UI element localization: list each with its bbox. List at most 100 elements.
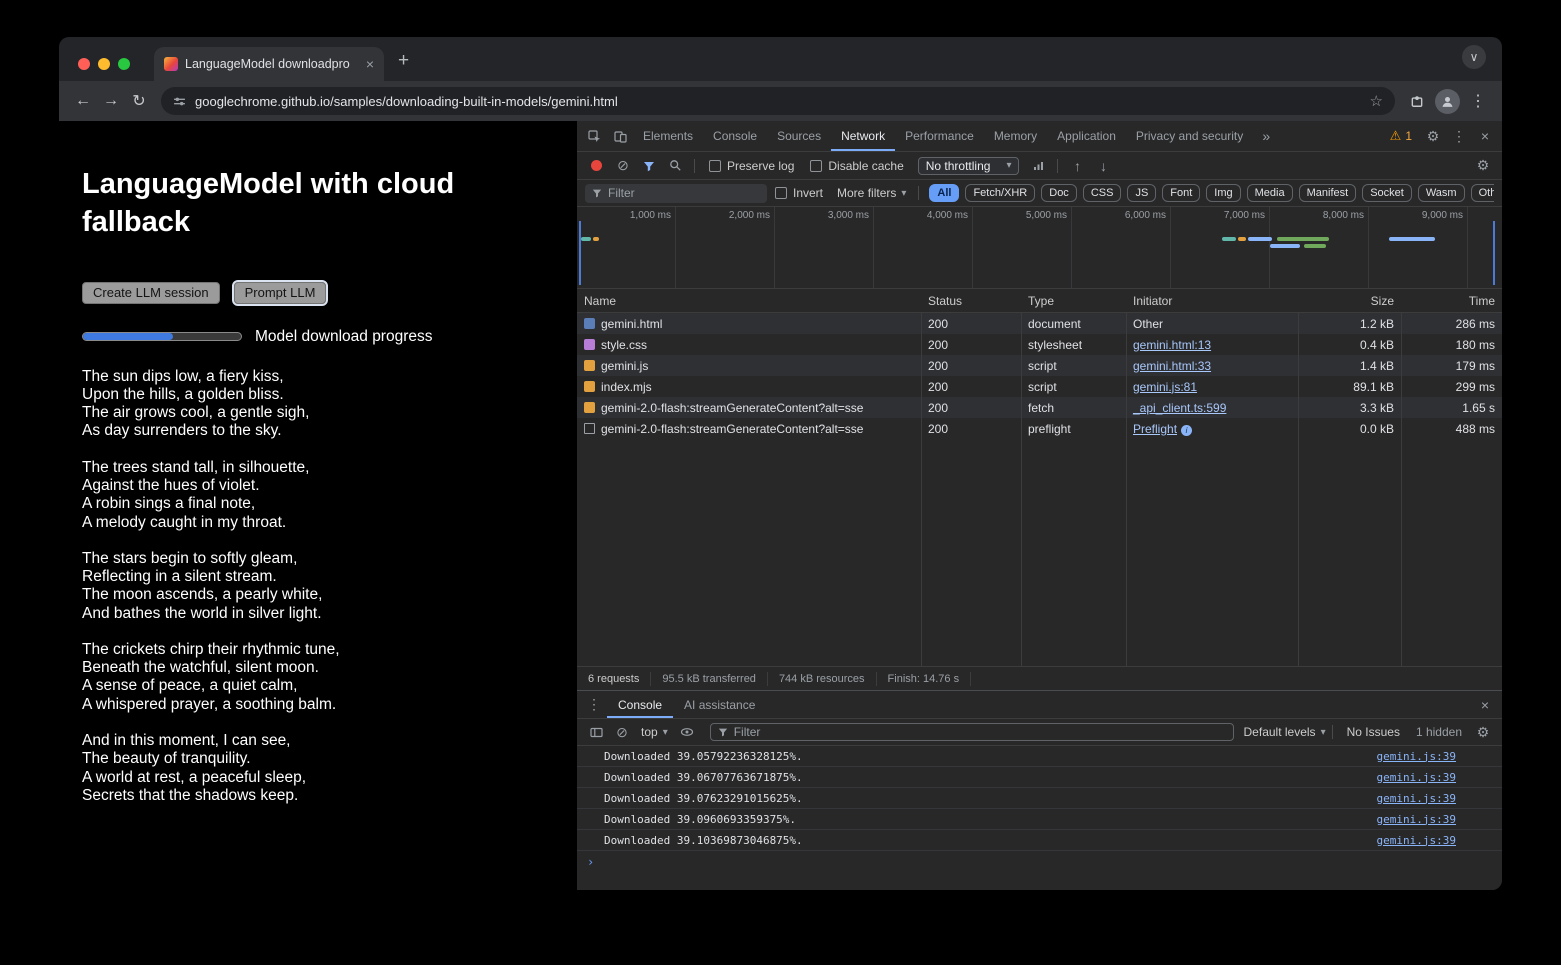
initiator-link[interactable]: Preflight xyxy=(1133,422,1177,436)
console-sidebar-icon[interactable] xyxy=(583,720,609,744)
devtools-menu-icon[interactable]: ⋮ xyxy=(1446,124,1472,148)
hidden-messages-count[interactable]: 1 hidden xyxy=(1416,725,1462,739)
tab-search-icon[interactable]: ∨ xyxy=(1462,45,1486,69)
initiator-link[interactable]: gemini.js:81 xyxy=(1133,380,1197,394)
column-header-size[interactable]: Size xyxy=(1298,294,1401,308)
console-context-select[interactable]: top▾ xyxy=(635,725,674,739)
filter-chip[interactable]: Font xyxy=(1162,184,1200,202)
forward-button[interactable]: → xyxy=(97,87,125,115)
import-har-icon[interactable]: ↑ xyxy=(1064,154,1090,178)
default-levels-dropdown[interactable]: Default levels▾ xyxy=(1244,725,1326,739)
column-header-time[interactable]: Time xyxy=(1401,294,1502,308)
filter-chip[interactable]: Fetch/XHR xyxy=(965,184,1035,202)
disable-cache-checkbox[interactable]: Disable cache xyxy=(810,159,903,173)
network-request-row[interactable]: gemini.js 200 script gemini.html:33i 1.4… xyxy=(577,355,1502,376)
initiator-link[interactable]: gemini.html:33 xyxy=(1133,359,1211,373)
network-overview-timeline[interactable]: 1,000 ms 2,000 ms 3,000 ms 4,000 ms 5,00… xyxy=(577,207,1502,289)
bookmark-star-icon[interactable]: ☆ xyxy=(1370,92,1383,110)
create-llm-session-button[interactable]: Create LLM session xyxy=(82,282,220,304)
export-har-icon[interactable]: ↓ xyxy=(1090,154,1116,178)
console-source-link[interactable]: gemini.js:39 xyxy=(1377,792,1456,805)
devtools-tab[interactable]: Sources xyxy=(767,121,831,151)
tab-close-icon[interactable]: × xyxy=(364,56,376,72)
extensions-icon[interactable] xyxy=(1403,87,1431,115)
close-window-button[interactable] xyxy=(78,58,90,70)
clear-console-icon[interactable]: ⊘ xyxy=(609,720,635,744)
column-header-status[interactable]: Status xyxy=(921,294,1021,308)
filter-chip[interactable]: Media xyxy=(1247,184,1293,202)
filter-chip[interactable]: CSS xyxy=(1083,184,1122,202)
console-filter-input[interactable]: Filter xyxy=(710,723,1234,741)
profile-avatar[interactable] xyxy=(1435,89,1460,114)
inspect-element-icon[interactable] xyxy=(581,124,607,148)
network-request-row[interactable]: gemini.html 200 document Otheri 1.2 kB 2… xyxy=(577,313,1502,334)
issues-warning-badge[interactable]: ⚠1 xyxy=(1382,128,1420,144)
devtools-tab[interactable]: Console xyxy=(703,121,767,151)
console-source-link[interactable]: gemini.js:39 xyxy=(1377,771,1456,784)
new-tab-button[interactable]: + xyxy=(384,50,409,78)
filter-toggle-icon[interactable] xyxy=(636,154,662,178)
issues-status[interactable]: No Issues xyxy=(1347,725,1400,739)
drawer-tab-console[interactable]: Console xyxy=(607,691,673,718)
filter-chip[interactable]: Manifest xyxy=(1299,184,1357,202)
network-request-row[interactable]: style.css 200 stylesheet gemini.html:13i… xyxy=(577,334,1502,355)
console-message[interactable]: Downloaded 39.10369873046875%. gemini.js… xyxy=(577,830,1502,851)
prompt-llm-button[interactable]: Prompt LLM xyxy=(234,282,327,304)
console-source-link[interactable]: gemini.js:39 xyxy=(1377,813,1456,826)
column-header-name[interactable]: Name xyxy=(577,294,921,308)
column-header-type[interactable]: Type xyxy=(1021,294,1126,308)
browser-menu-icon[interactable]: ⋮ xyxy=(1464,87,1492,115)
device-toolbar-icon[interactable] xyxy=(607,124,633,148)
network-request-row[interactable]: gemini-2.0-flash:streamGenerateContent?a… xyxy=(577,397,1502,418)
devtools-settings-icon[interactable]: ⚙ xyxy=(1420,124,1446,148)
zoom-window-button[interactable] xyxy=(118,58,130,70)
devtools-tab[interactable]: Privacy and security xyxy=(1126,121,1253,151)
network-request-row[interactable]: gemini-2.0-flash:streamGenerateContent?a… xyxy=(577,418,1502,439)
search-icon[interactable] xyxy=(662,154,688,178)
filter-chip[interactable]: Doc xyxy=(1041,184,1077,202)
console-message[interactable]: Downloaded 39.06707763671875%. gemini.js… xyxy=(577,767,1502,788)
devtools-tab[interactable]: Memory xyxy=(984,121,1047,151)
devtools-tab[interactable]: Elements xyxy=(633,121,703,151)
filter-chip[interactable]: All xyxy=(929,184,959,202)
devtools-close-icon[interactable]: × xyxy=(1472,124,1498,148)
network-conditions-icon[interactable] xyxy=(1025,154,1051,178)
initiator-link[interactable]: gemini.html:13 xyxy=(1133,338,1211,352)
filter-chip[interactable]: Wasm xyxy=(1418,184,1465,202)
devtools-tab[interactable]: Network xyxy=(831,121,895,151)
record-network-log-button[interactable] xyxy=(591,160,602,171)
filter-chip[interactable]: Other xyxy=(1471,184,1494,202)
drawer-tab-ai-assistance[interactable]: AI assistance xyxy=(673,691,766,718)
back-button[interactable]: ← xyxy=(69,87,97,115)
live-expression-eye-icon[interactable] xyxy=(674,720,700,744)
devtools-tab[interactable]: Application xyxy=(1047,121,1126,151)
console-message[interactable]: Downloaded 39.0960693359375%. gemini.js:… xyxy=(577,809,1502,830)
site-info-icon[interactable] xyxy=(173,95,186,108)
console-prompt[interactable]: › xyxy=(577,851,1502,873)
clear-network-log-icon[interactable]: ⊘ xyxy=(610,154,636,178)
preserve-log-checkbox[interactable]: Preserve log xyxy=(709,159,794,173)
initiator-link[interactable]: _api_client.ts:599 xyxy=(1133,401,1226,415)
invert-checkbox[interactable]: Invert xyxy=(775,186,823,200)
address-bar[interactable]: googlechrome.github.io/samples/downloadi… xyxy=(161,87,1395,115)
reload-button[interactable]: ↻ xyxy=(125,87,153,115)
minimize-window-button[interactable] xyxy=(98,58,110,70)
network-request-row[interactable]: index.mjs 200 script gemini.js:81i 89.1 … xyxy=(577,376,1502,397)
filter-chip[interactable]: Socket xyxy=(1362,184,1412,202)
filter-chip[interactable]: Img xyxy=(1206,184,1240,202)
more-panels-icon[interactable]: » xyxy=(1253,124,1279,148)
drawer-close-icon[interactable]: × xyxy=(1472,693,1498,717)
drawer-menu-icon[interactable]: ⋮ xyxy=(581,693,607,717)
browser-tab[interactable]: LanguageModel downloadpro × xyxy=(154,47,384,81)
network-settings-icon[interactable]: ⚙ xyxy=(1470,154,1496,178)
throttling-select[interactable]: No throttling▾ xyxy=(918,157,1020,175)
network-filter-input[interactable]: Filter xyxy=(585,184,767,203)
console-settings-icon[interactable]: ⚙ xyxy=(1470,720,1496,744)
column-header-initiator[interactable]: Initiator xyxy=(1126,294,1298,308)
devtools-tab[interactable]: Performance xyxy=(895,121,984,151)
console-source-link[interactable]: gemini.js:39 xyxy=(1377,834,1456,847)
console-message[interactable]: Downloaded 39.07623291015625%. gemini.js… xyxy=(577,788,1502,809)
more-filters-dropdown[interactable]: More filters▾ xyxy=(837,186,906,200)
console-message[interactable]: Downloaded 39.05792236328125%. gemini.js… xyxy=(577,746,1502,767)
console-source-link[interactable]: gemini.js:39 xyxy=(1377,750,1456,763)
